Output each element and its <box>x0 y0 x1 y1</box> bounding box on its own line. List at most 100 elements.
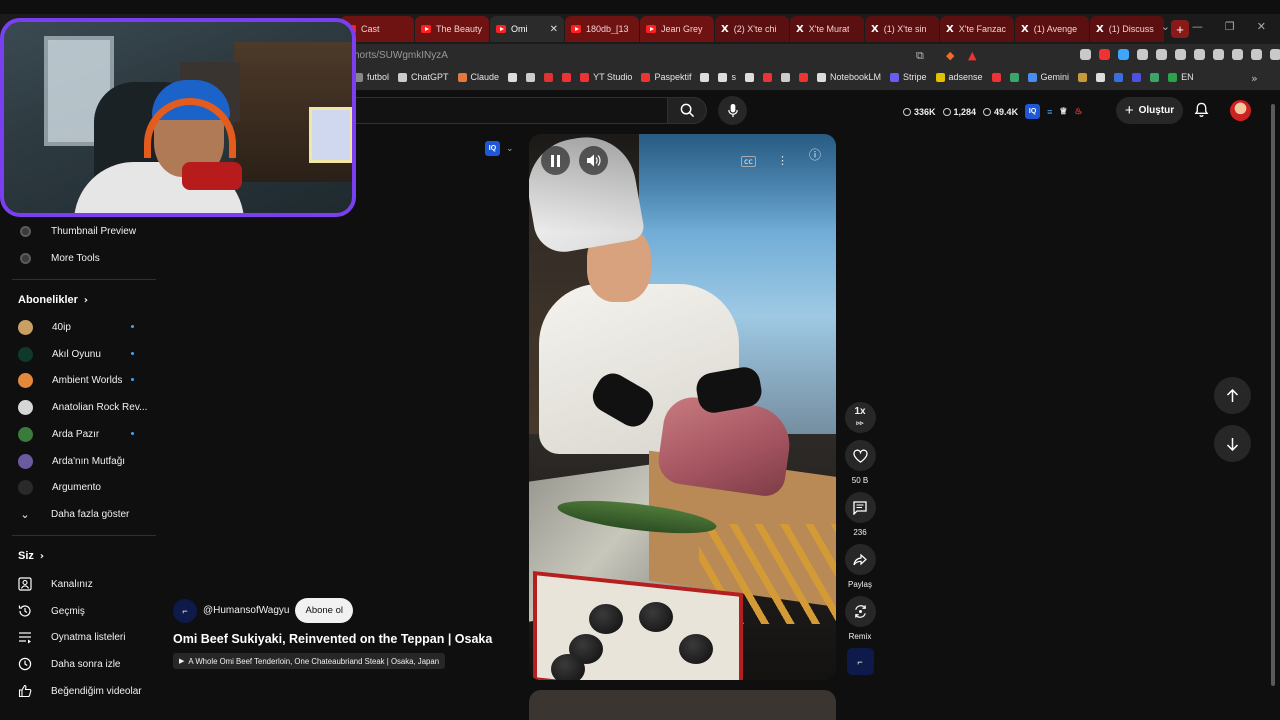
bookmark-item[interactable] <box>1132 72 1142 82</box>
extension-icon[interactable] <box>1175 49 1186 60</box>
bookmark-item[interactable] <box>544 72 554 82</box>
bookmark-item[interactable] <box>1078 72 1088 82</box>
search-input[interactable] <box>340 97 668 124</box>
bookmark-item[interactable] <box>744 72 754 82</box>
captions-icon[interactable]: cc <box>741 156 756 167</box>
brave-shield-icon[interactable]: ◆ <box>946 49 954 62</box>
shorts-video-player[interactable]: cc ⋮ ⓘ <box>529 134 836 680</box>
browser-tab[interactable]: 180db_[13 <box>565 16 639 42</box>
sidebar-subscription-item[interactable]: 40ip <box>18 320 134 335</box>
extension-icon[interactable] <box>1080 49 1091 60</box>
browser-tab[interactable]: X X'te Fanzac <box>940 16 1014 42</box>
info-icon[interactable]: ⓘ <box>809 146 821 163</box>
sidebar-item-watch-later[interactable]: Daha sonra izle <box>18 657 120 671</box>
you-header[interactable]: Siz › <box>18 550 44 562</box>
bookmark-item[interactable] <box>762 72 772 82</box>
bookmark-item[interactable] <box>1096 72 1106 82</box>
bookmark-item[interactable] <box>1150 72 1160 82</box>
browser-tab[interactable]: The Beauty <box>415 16 489 42</box>
trophy-icon[interactable]: ♕ <box>1059 106 1067 117</box>
bookmark-item[interactable] <box>798 72 808 82</box>
playback-speed-button[interactable]: 1x ▹▹ <box>843 402 877 433</box>
minimize-icon[interactable]: — <box>1192 20 1203 33</box>
more-options-icon[interactable]: ⋮ <box>777 154 788 167</box>
extension-icon[interactable] <box>1099 49 1110 60</box>
bookmark-item[interactable]: s <box>718 72 736 82</box>
bookmark-item[interactable] <box>508 72 518 82</box>
bookmark-item[interactable]: Paspektif <box>641 72 691 82</box>
bookmark-item[interactable]: NotebookLM <box>816 72 881 82</box>
show-more-button[interactable]: ⌄ Daha fazla göster <box>18 507 129 521</box>
extension-icon[interactable] <box>1118 49 1129 60</box>
volume-button[interactable] <box>579 146 608 175</box>
bookmark-item[interactable] <box>526 72 536 82</box>
sidebar-subscription-item[interactable]: Anatolian Rock Rev... <box>18 400 147 416</box>
subscriptions-header[interactable]: Abonelikler › <box>18 294 88 306</box>
sidebar-item-playlists[interactable]: Oynatma listeleri <box>18 630 125 644</box>
bookmark-item[interactable]: Claude <box>457 72 499 82</box>
related-video-chip[interactable]: ▶ A Whole Omi Beef Tenderloin, One Chate… <box>173 653 446 669</box>
video-title[interactable]: Omi Beef Sukiyaki, Reinvented on the Tep… <box>173 632 492 646</box>
bookmark-item[interactable] <box>1114 72 1124 82</box>
channel-thumbnail-button[interactable]: ⌐ <box>843 648 877 675</box>
share-button[interactable]: Paylaş <box>843 544 877 589</box>
browser-tab[interactable]: X (1) X'te sin <box>865 16 939 42</box>
comments-button[interactable]: 236 <box>843 492 877 537</box>
open-external-icon[interactable]: ⧉ <box>916 49 924 63</box>
subscribe-button[interactable]: Abone ol <box>295 598 353 623</box>
browser-tab[interactable]: X (1) Discuss <box>1090 16 1164 42</box>
tab-search-icon[interactable]: ⌄ <box>1161 20 1170 33</box>
bookmark-item[interactable] <box>562 72 572 82</box>
sidebar-subscription-item[interactable]: Argumento <box>18 480 101 496</box>
notifications-button[interactable] <box>1194 102 1209 121</box>
sidebar-subscription-item[interactable]: Arda'nın Mutfağı <box>18 453 125 469</box>
sidebar-subscription-item[interactable]: Ambient Worlds <box>18 373 134 389</box>
sidebar-subscription-item[interactable]: Akıl Oyunu <box>18 346 134 362</box>
sidebar-item-liked-videos[interactable]: Beğendiğim videolar <box>18 684 142 698</box>
sidebar-item-thumbnail-preview[interactable]: Thumbnail Preview <box>18 224 136 238</box>
extension-icon[interactable] <box>1232 49 1243 60</box>
sidebar-subscription-item[interactable]: Arda Pazır <box>18 426 134 442</box>
extension-icon[interactable] <box>1194 49 1205 60</box>
next-short-button[interactable] <box>1214 425 1251 462</box>
next-short-preview[interactable] <box>529 690 836 720</box>
bookmark-item[interactable]: Stripe <box>890 72 927 82</box>
voice-search-button[interactable] <box>718 96 747 125</box>
browser-tab[interactable]: X (1) Avenge <box>1015 16 1089 42</box>
bookmark-item[interactable]: adsense <box>935 72 983 82</box>
browser-tab[interactable]: Omi ✕ <box>490 16 564 42</box>
alert-icon[interactable]: ♨ <box>1074 106 1082 117</box>
search-button[interactable] <box>667 97 707 124</box>
more-bookmarks-icon[interactable]: » <box>1251 72 1258 85</box>
bookmark-item[interactable] <box>991 72 1001 82</box>
extension-icon[interactable] <box>1251 49 1262 60</box>
channel-avatar[interactable]: ⌐ <box>173 598 197 623</box>
browser-tab[interactable]: Jean Grey <box>640 16 714 42</box>
bookmark-item[interactable] <box>700 72 710 82</box>
sidebar-item-your-channel[interactable]: Kanalınız <box>18 577 93 591</box>
bookmark-item[interactable]: ChatGPT <box>398 72 449 82</box>
extension-icon[interactable] <box>1137 49 1148 60</box>
close-tab-icon[interactable]: ✕ <box>550 24 558 35</box>
previous-short-button[interactable] <box>1214 377 1251 414</box>
browser-tab[interactable]: X (2) X'te chi <box>715 16 789 42</box>
vidiq-overlay[interactable]: IQ ⌄ <box>485 141 514 156</box>
bookmark-item[interactable] <box>780 72 790 82</box>
bookmark-item[interactable]: futbol <box>354 72 389 82</box>
maximize-icon[interactable]: ❐ <box>1225 20 1235 33</box>
channel-name[interactable]: @HumansofWagyu <box>203 605 289 616</box>
sidebar-item-more-tools[interactable]: More Tools <box>18 251 100 265</box>
close-window-icon[interactable]: ✕ <box>1257 20 1266 33</box>
bookmark-item[interactable] <box>1009 72 1019 82</box>
sidebar-item-history[interactable]: Geçmiş <box>18 604 85 618</box>
bookmark-item[interactable]: EN <box>1168 72 1194 82</box>
brave-rewards-icon[interactable]: ▲ <box>968 49 976 62</box>
pause-button[interactable] <box>541 146 570 175</box>
url-text[interactable]: horts/SUWgmkINyzA <box>354 50 448 61</box>
scrollbar-thumb[interactable] <box>1271 104 1275 686</box>
list-icon[interactable]: ≡ <box>1047 107 1052 117</box>
account-avatar[interactable] <box>1230 100 1251 121</box>
extension-icon[interactable] <box>1156 49 1167 60</box>
bookmark-item[interactable]: YT Studio <box>580 72 632 82</box>
browser-tab[interactable]: X X'te Murat <box>790 16 864 42</box>
